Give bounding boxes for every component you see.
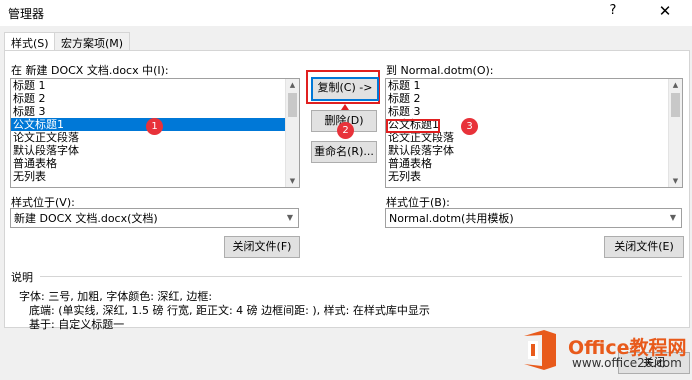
scroll-up-icon[interactable]: ▲: [669, 79, 682, 91]
step-badge-2: 2: [337, 122, 354, 139]
title-bar: [0, 0, 692, 27]
chevron-down-icon[interactable]: ▼: [282, 209, 298, 227]
list-item[interactable]: 普通表格: [386, 157, 682, 170]
list-item[interactable]: 无列表: [11, 170, 299, 183]
list-item[interactable]: 标题 3: [386, 105, 682, 118]
scroll-thumb[interactable]: [671, 93, 680, 117]
list-item[interactable]: 标题 2: [11, 92, 299, 105]
help-button[interactable]: ?: [600, 3, 626, 23]
left-close-file-button[interactable]: 关闭文件(F): [224, 236, 300, 258]
window-title: 管理器: [8, 7, 45, 21]
step-badge-3: 3: [461, 118, 478, 135]
scroll-up-icon[interactable]: ▲: [286, 79, 299, 91]
rename-button[interactable]: 重命名(R)...: [311, 141, 377, 163]
scroll-down-icon[interactable]: ▼: [669, 175, 682, 187]
list-item[interactable]: 标题 1: [386, 79, 682, 92]
left-list-scrollbar[interactable]: ▲ ▼: [285, 79, 299, 187]
description-divider: [40, 276, 682, 277]
list-item[interactable]: 标题 3: [11, 105, 299, 118]
scroll-down-icon[interactable]: ▼: [286, 175, 299, 187]
copied-style-highlight: [386, 119, 440, 133]
right-close-file-button[interactable]: 关闭文件(E): [604, 236, 684, 258]
scroll-thumb[interactable]: [288, 93, 297, 117]
list-item[interactable]: 默认段落字体: [11, 144, 299, 157]
office-logo-icon: [518, 328, 562, 372]
list-item[interactable]: 标题 2: [386, 92, 682, 105]
description-label: 说明: [11, 271, 33, 284]
copy-button[interactable]: 复制(C) ->: [311, 77, 379, 101]
list-item[interactable]: 无列表: [386, 170, 682, 183]
right-list-label: 到 Normal.dotm(O):: [386, 64, 494, 77]
left-list-label: 在 新建 DOCX 文档.docx 中(I):: [11, 64, 169, 77]
list-item[interactable]: 默认段落字体: [386, 144, 682, 157]
left-location-select[interactable]: 新建 DOCX 文档.docx(文档) ▼: [10, 208, 299, 228]
list-item[interactable]: 普通表格: [11, 157, 299, 170]
right-list-scrollbar[interactable]: ▲ ▼: [668, 79, 682, 187]
right-location-value: Normal.dotm(共用模板): [389, 212, 514, 225]
left-location-value: 新建 DOCX 文档.docx(文档): [14, 212, 158, 225]
right-location-select[interactable]: Normal.dotm(共用模板) ▼: [385, 208, 682, 228]
description-line-3: 基于: 自定义标题一: [29, 318, 125, 331]
step-badge-1: 1: [146, 118, 163, 135]
list-item[interactable]: 标题 1: [11, 79, 299, 92]
close-window-button[interactable]: ✕: [650, 2, 680, 24]
watermark-url: www.office26.com: [572, 356, 682, 370]
right-style-list[interactable]: 标题 1 标题 2 标题 3 公文标题1 论文正文段落 默认段落字体 普通表格 无列表 ▲ ▼: [385, 78, 683, 188]
chevron-down-icon[interactable]: ▼: [665, 209, 681, 227]
